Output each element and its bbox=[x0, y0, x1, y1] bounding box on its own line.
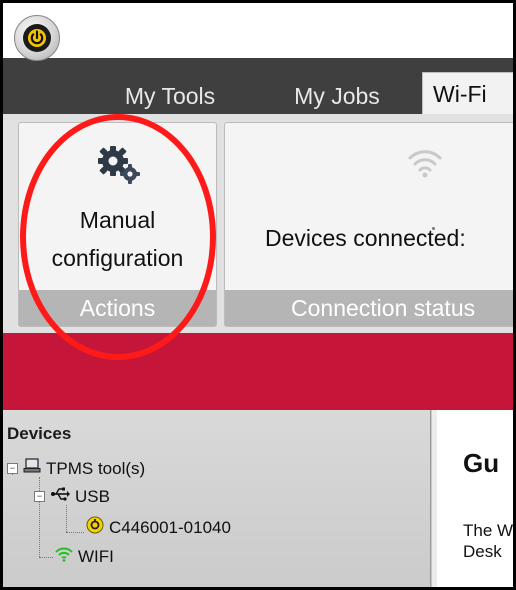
tree-item-label: TPMS tool(s) bbox=[46, 458, 146, 478]
manual-configuration-label: Manual configuration bbox=[19, 201, 216, 277]
button-label-line1: Manual bbox=[79, 207, 156, 233]
manual-configuration-button[interactable]: Manual configuration bbox=[19, 123, 216, 291]
tree-item-label: C446001-01040 bbox=[109, 517, 231, 537]
tab-my-jobs[interactable]: My Jobs bbox=[277, 78, 397, 114]
tree-connector bbox=[66, 505, 67, 532]
tree-item-device[interactable]: C446001-01040 bbox=[86, 516, 231, 539]
tree-item-wifi[interactable]: WIFI bbox=[55, 546, 114, 567]
power-button[interactable] bbox=[14, 15, 60, 61]
devices-title: Devices bbox=[7, 424, 72, 443]
warning-icon bbox=[86, 516, 104, 539]
devices-connected-label: Devices connected: bbox=[265, 225, 466, 251]
devices-panel: Devices − TPMS tool(s) − USB C446001-010… bbox=[3, 410, 431, 587]
collapse-icon[interactable]: − bbox=[7, 463, 18, 474]
guide-body: The W Desk bbox=[463, 520, 513, 562]
tree-item-tpms-tools[interactable]: − TPMS tool(s) bbox=[7, 458, 145, 479]
connection-status-caption-text: Connection status bbox=[291, 295, 476, 321]
tab-wifi[interactable]: Wi-Fi bbox=[422, 72, 513, 115]
tree-item-usb[interactable]: − USB bbox=[34, 486, 110, 507]
ribbon: Manual configuration Actions Devices con… bbox=[3, 114, 513, 333]
button-label-line2: configuration bbox=[51, 245, 184, 271]
connection-status-caption: Connection status bbox=[225, 290, 513, 326]
app-window: My Tools My Jobs Wi-Fi Manual configurat… bbox=[0, 0, 516, 590]
actions-caption: Actions bbox=[19, 290, 216, 326]
tree-item-label: WIFI bbox=[78, 546, 114, 566]
guide-line: Desk bbox=[463, 542, 502, 561]
gears-icon bbox=[95, 143, 141, 190]
collapse-icon[interactable]: − bbox=[34, 491, 45, 502]
guide-panel: Gu The W Desk bbox=[437, 410, 513, 587]
tree-connector bbox=[39, 557, 53, 558]
tab-my-tools[interactable]: My Tools bbox=[107, 78, 233, 114]
tree-item-label: USB bbox=[75, 486, 110, 506]
wifi-green-icon bbox=[55, 546, 73, 567]
actions-group: Manual configuration Actions bbox=[18, 122, 217, 327]
title-bar bbox=[3, 3, 513, 58]
guide-title: Gu bbox=[463, 448, 500, 478]
tab-bar: My Tools My Jobs Wi-Fi bbox=[3, 58, 513, 115]
wifi-icon bbox=[407, 145, 443, 184]
power-icon bbox=[23, 24, 51, 52]
laptop-icon bbox=[23, 458, 41, 479]
guide-line: The W bbox=[463, 521, 513, 540]
connection-status-group: Devices connected: Connection status bbox=[224, 122, 513, 327]
brand-band bbox=[3, 333, 513, 410]
tree-connector bbox=[66, 532, 84, 533]
usb-icon bbox=[50, 486, 70, 507]
